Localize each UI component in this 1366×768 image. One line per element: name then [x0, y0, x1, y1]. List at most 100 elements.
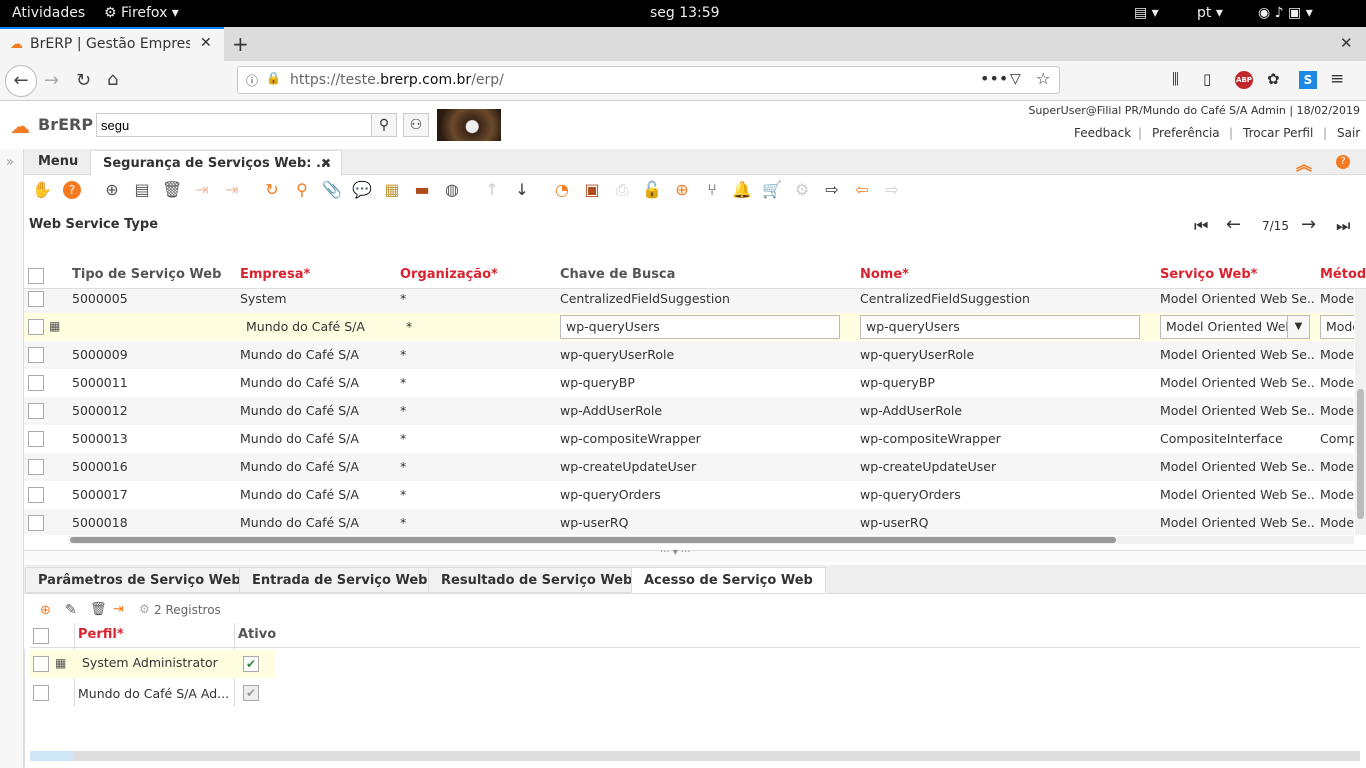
table-row[interactable]: 5000013 Mundo do Café S/A * wp-compositeWra… — [24, 425, 1354, 453]
row-checkbox[interactable] — [28, 403, 44, 419]
pocket-icon[interactable]: ▽ — [1010, 71, 1021, 87]
quick-form-icon[interactable]: ⇨ — [882, 180, 902, 200]
select-all-checkbox[interactable] — [28, 268, 44, 284]
sidebar-icon[interactable]: ▯ — [1203, 70, 1211, 88]
table-row[interactable]: 5000017 Mundo do Café S/A * wp-queryOrders w… — [24, 481, 1354, 509]
help-toolbar-icon[interactable]: ? — [63, 181, 81, 199]
hamburger-menu-icon[interactable]: ≡ — [1330, 69, 1344, 89]
workflow-icon[interactable]: ⑂ — [702, 180, 722, 200]
forward-icon[interactable]: → — [44, 70, 59, 91]
archived-docs-icon[interactable]: ▣ — [582, 180, 602, 200]
report-icon[interactable]: ◔ — [552, 180, 572, 200]
row-checkbox[interactable] — [28, 431, 44, 447]
tab-parameters[interactable]: Parâmetros de Serviço Web — [25, 567, 254, 593]
skype-icon[interactable]: S — [1299, 71, 1317, 89]
detail-select-all-checkbox[interactable] — [33, 628, 49, 644]
col-header-role[interactable]: Perfil* — [75, 624, 127, 648]
tab-access[interactable]: Acesso de Serviço Web — [631, 567, 826, 593]
sitemap-icon[interactable]: ⚇ — [403, 113, 429, 137]
detail-row-editing[interactable]: ▦ System Administrator ✔ — [30, 650, 275, 678]
refresh-icon[interactable]: ↻ — [262, 180, 282, 200]
row-checkbox[interactable] — [28, 291, 44, 307]
zoom-across-icon[interactable]: ⊕ — [672, 180, 692, 200]
archive-icon[interactable]: ▬ — [412, 180, 432, 200]
adblock-icon[interactable]: ABP — [1235, 71, 1253, 89]
col-header-active[interactable]: Ativo — [235, 624, 279, 648]
next-record-nav-icon[interactable]: → — [1301, 214, 1316, 235]
table-row[interactable]: 5000012 Mundo do Café S/A * wp-AddUserRole w… — [24, 397, 1354, 425]
detail-hscroll[interactable] — [30, 751, 1360, 761]
first-record-icon[interactable]: ⏮ — [1194, 216, 1208, 236]
detail-hscroll-thumb[interactable] — [30, 751, 74, 761]
search-key-input[interactable]: wp-queryUsers — [560, 315, 840, 339]
row-checkbox[interactable] — [28, 459, 44, 475]
customize-icon[interactable]: ◍ — [442, 180, 462, 200]
collapse-header-icon[interactable]: ︽ — [1296, 151, 1312, 175]
save-new-icon[interactable]: ⇥ — [222, 180, 242, 200]
splitter[interactable]: ··· ▾ ··· — [24, 547, 1366, 562]
detail-process-icon[interactable]: ⚙ — [139, 602, 150, 616]
feedback-link[interactable]: Feedback — [1074, 126, 1131, 140]
last-record-icon[interactable]: ⏭ — [1336, 216, 1350, 236]
lock-record-icon[interactable]: 🔓 — [642, 180, 662, 200]
detail-delete-icon[interactable]: 🗑 — [90, 602, 107, 617]
ignore-icon[interactable]: ✋ — [32, 180, 52, 200]
postit-icon[interactable]: ▦ — [382, 180, 402, 200]
activities-button[interactable]: Atividades — [12, 5, 85, 21]
page-actions-icon[interactable]: ••• — [980, 69, 1008, 88]
previous-record-icon[interactable]: ↑ — [482, 180, 502, 200]
find-icon[interactable]: ⚲ — [292, 180, 312, 200]
table-row[interactable]: 5000018 Mundo do Café S/A * wp-userRQ wp-use… — [24, 509, 1354, 535]
method-input[interactable]: Mode — [1320, 315, 1354, 339]
reload-icon[interactable]: ↻ — [76, 70, 91, 91]
row-checkbox[interactable] — [33, 656, 49, 672]
col-header-search-key[interactable]: Chave de Busca — [557, 264, 678, 288]
attachment-icon[interactable]: 📎 — [322, 180, 342, 200]
new-tab-icon[interactable]: + — [232, 32, 249, 56]
extension-icon[interactable]: ✿ — [1267, 70, 1280, 88]
new-record-icon[interactable]: ⊕ — [102, 180, 122, 200]
url-bar[interactable]: ⓘ 🔒 https://teste.brerp.com.br/erp/ ••• … — [237, 66, 1060, 94]
col-header-tenant[interactable]: Empresa* — [237, 264, 313, 288]
product-info-icon[interactable]: 🛒 — [762, 180, 782, 200]
preferences-link[interactable]: Preferência — [1152, 126, 1220, 140]
web-service-input[interactable]: Model Oriented Web ▼ — [1160, 315, 1310, 339]
row-edit-icon[interactable]: ▦ — [49, 319, 60, 333]
clipboard-icon[interactable]: ▤ ▾ — [1134, 5, 1159, 21]
logout-link[interactable]: Sair — [1337, 126, 1360, 140]
tab-result[interactable]: Resultado de Serviço Web — [428, 567, 646, 593]
col-header-method[interactable]: Métod — [1317, 264, 1366, 288]
notification-bell-icon[interactable]: 🔔 — [732, 180, 752, 200]
library-icon[interactable]: ⫼ — [1172, 70, 1179, 88]
name-input[interactable]: wp-queryUsers — [860, 315, 1140, 339]
row-checkbox[interactable] — [28, 347, 44, 363]
grid-hscroll[interactable] — [68, 536, 1354, 544]
close-tab-icon[interactable]: ✖ — [321, 156, 331, 170]
row-checkbox[interactable] — [33, 685, 49, 701]
detail-new-icon[interactable]: ⊕ — [40, 603, 51, 618]
table-row[interactable]: 5000009 Mundo do Café S/A * wp-queryUserRol… — [24, 341, 1354, 369]
back-icon[interactable]: ← — [5, 65, 37, 97]
row-checkbox[interactable] — [28, 515, 44, 531]
table-row[interactable]: 5000016 Mundo do Café S/A * wp-createUpdate… — [24, 453, 1354, 481]
clock[interactable]: seg 13:59 — [650, 5, 720, 21]
bookmark-star-icon[interactable]: ☆ — [1036, 69, 1050, 88]
system-status-icons[interactable]: ◉ ♪ ▣ ▾ — [1258, 5, 1313, 21]
detail-save-icon[interactable]: ⇥ — [113, 602, 124, 617]
splitter-handle-icon[interactable]: ··· ▾ ··· — [660, 547, 690, 558]
row-checkbox[interactable] — [28, 319, 44, 335]
chat-icon[interactable]: 💬 — [352, 180, 372, 200]
vscroll-thumb[interactable] — [1357, 389, 1364, 519]
detail-edit-icon[interactable]: ✎ — [65, 602, 77, 618]
role-field[interactable]: System Administrator — [77, 652, 222, 676]
delete-icon[interactable]: 🗑 — [162, 180, 182, 200]
tab-input[interactable]: Entrada de Serviço Web — [239, 567, 441, 593]
close-window-icon[interactable]: ✕ — [1340, 34, 1353, 52]
prev-record-icon[interactable]: ← — [1226, 214, 1241, 235]
table-row[interactable]: 5000005 System * CentralizedFieldSuggestion… — [24, 289, 1354, 313]
search-icon[interactable]: ⚲ — [371, 113, 397, 137]
row-checkbox[interactable] — [28, 375, 44, 391]
export-icon[interactable]: ⇨ — [822, 180, 842, 200]
row-checkbox[interactable] — [28, 487, 44, 503]
active-checkbox[interactable]: ✔ — [243, 685, 259, 701]
